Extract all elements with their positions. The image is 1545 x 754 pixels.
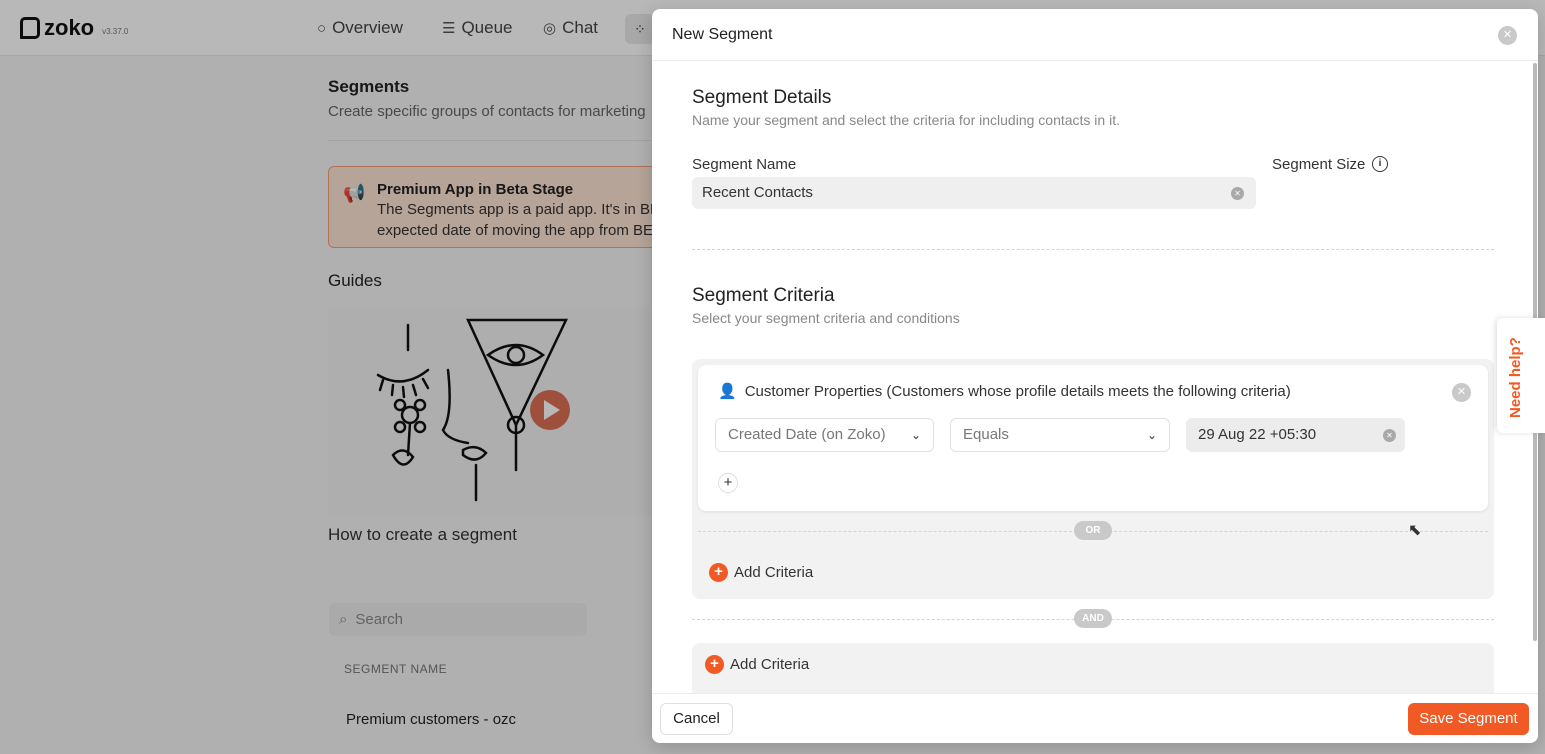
date-input[interactable]: 29 Aug 22 +05:30 ✕ (1186, 418, 1405, 452)
add-criteria-label: Add Criteria (734, 564, 814, 581)
and-badge: AND (1074, 609, 1112, 628)
need-help-label: Need help? (1507, 337, 1524, 418)
field-select-value: Created Date (on Zoko) (728, 426, 886, 443)
modal-header: New Segment ✕ (652, 9, 1538, 61)
close-icon[interactable]: ✕ (1498, 26, 1517, 45)
criteria-card: 👤 Customer Properties (Customers whose p… (698, 365, 1488, 511)
user-icon: 👤 (718, 383, 737, 400)
segment-details-heading: Segment Details (692, 87, 832, 108)
criteria-group-2 (692, 643, 1494, 693)
remove-criteria-icon[interactable]: ✕ (1452, 383, 1471, 402)
operator-select-value: Equals (963, 426, 1009, 443)
segment-details-subtitle: Name your segment and select the criteri… (692, 112, 1120, 128)
modal-title: New Segment (672, 26, 773, 43)
criteria-card-title-text: Customer Properties (Customers whose pro… (744, 382, 1291, 400)
section-divider (692, 249, 1494, 250)
clear-icon[interactable]: ✕ (1383, 429, 1396, 442)
cancel-button[interactable]: Cancel (660, 703, 733, 735)
plus-icon: + (709, 563, 728, 582)
criteria-card-title: 👤 Customer Properties (Customers whose p… (718, 382, 1291, 401)
info-icon[interactable]: i (1372, 156, 1388, 172)
chevron-down-icon: ⌄ (1146, 428, 1157, 442)
add-condition-button[interactable]: + (718, 473, 738, 493)
segment-criteria-subtitle: Select your segment criteria and conditi… (692, 310, 960, 326)
segment-name-input[interactable]: Recent Contacts ✕ (692, 177, 1256, 209)
chevron-down-icon: ⌄ (910, 428, 921, 442)
operator-select[interactable]: Equals ⌄ (950, 418, 1170, 452)
or-badge: OR (1074, 521, 1112, 540)
segment-criteria-heading: Segment Criteria (692, 285, 835, 306)
mouse-cursor-icon: ⬉ (1408, 522, 1422, 539)
add-criteria-button-inner[interactable]: + Add Criteria (709, 563, 813, 582)
field-select[interactable]: Created Date (on Zoko) ⌄ (715, 418, 934, 452)
segment-size-label: Segment Size (1272, 156, 1366, 173)
add-criteria-label: Add Criteria (730, 656, 810, 673)
add-criteria-button-outer[interactable]: + Add Criteria (705, 655, 809, 674)
clear-icon[interactable]: ✕ (1231, 187, 1244, 200)
need-help-tab[interactable]: Need help? (1497, 318, 1545, 433)
modal-footer: Cancel Save Segment (652, 693, 1538, 743)
save-segment-button[interactable]: Save Segment (1408, 703, 1529, 735)
segment-name-label: Segment Name (692, 156, 797, 173)
plus-icon: + (705, 655, 724, 674)
new-segment-modal: New Segment ✕ Segment Details Name your … (652, 9, 1538, 743)
date-input-value: 29 Aug 22 +05:30 (1198, 426, 1317, 443)
segment-name-value: Recent Contacts (702, 184, 813, 201)
